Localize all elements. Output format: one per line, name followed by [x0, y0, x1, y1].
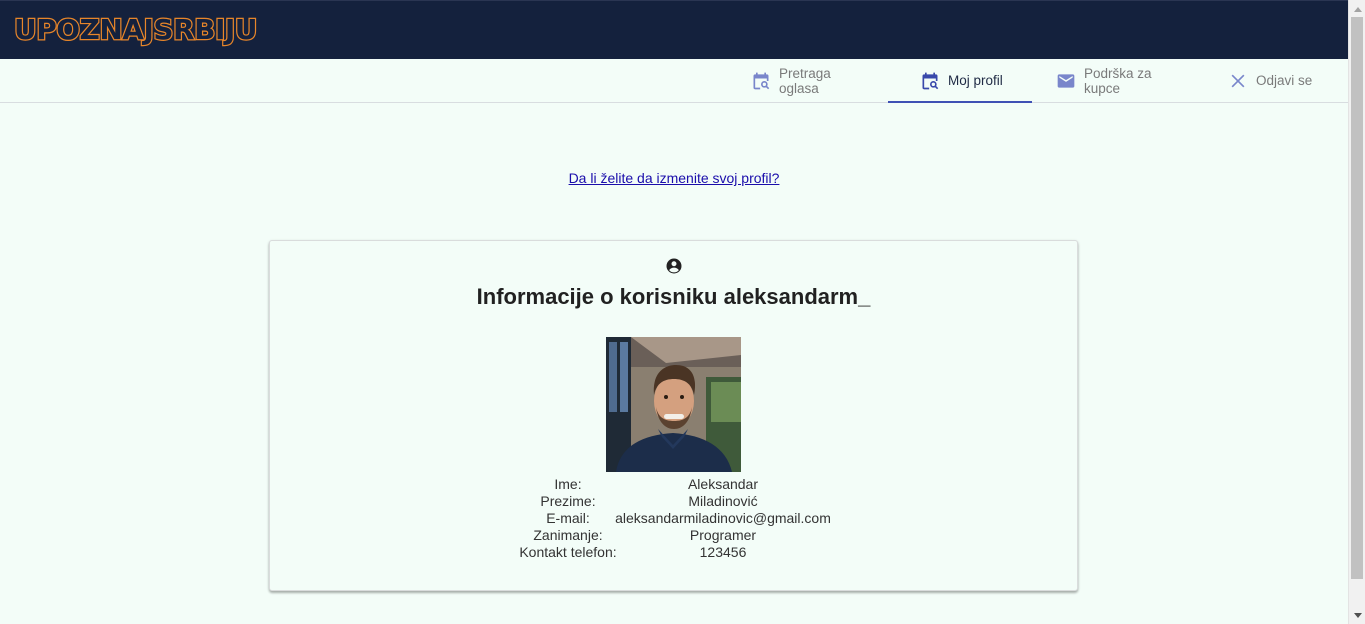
edit-profile-prompt: Da li želite da izmenite svoj profil?	[0, 170, 1348, 186]
vertical-scrollbar[interactable]	[1348, 0, 1365, 624]
nav-tabs: Pretraga oglasa Moj profil Podrška za ku…	[0, 59, 1348, 103]
info-row-occupation: Zanimanje: Programer	[270, 527, 1077, 544]
info-row-phone: Kontakt telefon: 123456	[270, 544, 1077, 561]
profile-photo	[606, 337, 741, 472]
page: UPOZNAJSRBIJU Pretraga oglasa Moj profil…	[0, 0, 1348, 624]
scroll-down-arrow-icon[interactable]	[1349, 607, 1365, 624]
info-row-first-name: Ime: Aleksandar	[270, 476, 1077, 493]
info-row-email: E-mail: aleksandarmiladinovic@gmail.com	[270, 510, 1077, 527]
calendar-search-icon	[751, 71, 771, 91]
edit-profile-link[interactable]: Da li želite da izmenite svoj profil?	[569, 170, 780, 186]
account-circle-icon	[665, 257, 683, 275]
tab-profile-label: Moj profil	[948, 73, 1003, 88]
app-header: UPOZNAJSRBIJU	[0, 0, 1348, 59]
tab-support-label: Podrška za kupce	[1084, 65, 1152, 96]
user-info-card: Informacije o korisniku aleksandarm_ Ime…	[269, 240, 1078, 591]
tab-search-ads[interactable]: Pretraga oglasa	[735, 59, 888, 102]
scrollbar-thumb[interactable]	[1351, 17, 1363, 579]
tab-my-profile[interactable]: Moj profil	[888, 59, 1032, 103]
close-icon	[1228, 71, 1248, 91]
calendar-search-icon	[920, 71, 940, 91]
tab-logout[interactable]: Odjavi se	[1212, 59, 1332, 102]
logo[interactable]: UPOZNAJSRBIJU	[13, 12, 259, 47]
occupation-value: Programer	[689, 527, 757, 543]
email-value: aleksandarmiladinovic@gmail.com	[615, 510, 831, 526]
tab-customer-support[interactable]: Podrška za kupce	[1040, 59, 1200, 102]
last-name-value: Miladinović	[688, 493, 758, 509]
info-row-last-name: Prezime: Miladinović	[270, 493, 1077, 510]
tab-search-label: Pretraga oglasa	[779, 65, 831, 96]
mail-icon	[1056, 71, 1076, 91]
tab-logout-label: Odjavi se	[1256, 73, 1313, 88]
scroll-up-arrow-icon[interactable]	[1349, 0, 1365, 17]
phone-value: 123456	[699, 544, 747, 560]
card-title: Informacije o korisniku aleksandarm_	[476, 284, 871, 309]
first-name-value: Aleksandar	[687, 476, 759, 492]
user-info-table: Ime: Aleksandar Prezime: Miladinović E-m…	[270, 476, 1077, 561]
